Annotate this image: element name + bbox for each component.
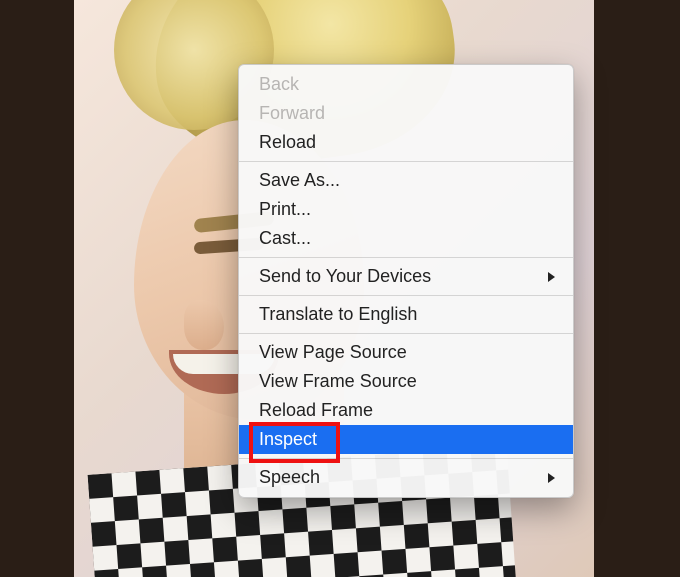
menu-item-print[interactable]: Print... <box>239 195 573 224</box>
context-menu[interactable]: Back Forward Reload Save As... Print... Cast.… <box>238 64 574 498</box>
menu-item-reload[interactable]: Reload <box>239 128 573 157</box>
menu-item-label: Reload Frame <box>259 400 373 421</box>
menu-item-label: Print... <box>259 199 311 220</box>
menu-separator <box>239 161 573 162</box>
menu-item-label: Translate to English <box>259 304 417 325</box>
menu-item-speech[interactable]: Speech <box>239 463 573 492</box>
menu-separator <box>239 333 573 334</box>
menu-item-label: Save As... <box>259 170 340 191</box>
submenu-arrow-icon <box>547 472 557 484</box>
menu-item-reload-frame[interactable]: Reload Frame <box>239 396 573 425</box>
menu-item-label: Back <box>259 74 299 95</box>
menu-item-label: Cast... <box>259 228 311 249</box>
menu-item-label: Send to Your Devices <box>259 266 431 287</box>
menu-separator <box>239 257 573 258</box>
menu-item-save-as[interactable]: Save As... <box>239 166 573 195</box>
menu-separator <box>239 458 573 459</box>
menu-item-send-to-devices[interactable]: Send to Your Devices <box>239 262 573 291</box>
menu-item-label: Reload <box>259 132 316 153</box>
menu-item-view-page-source[interactable]: View Page Source <box>239 338 573 367</box>
menu-item-view-frame-source[interactable]: View Frame Source <box>239 367 573 396</box>
menu-item-forward: Forward <box>239 99 573 128</box>
menu-item-label: View Frame Source <box>259 371 417 392</box>
menu-item-label: Forward <box>259 103 325 124</box>
submenu-arrow-icon <box>547 271 557 283</box>
menu-separator <box>239 295 573 296</box>
menu-item-inspect[interactable]: Inspect <box>239 425 573 454</box>
menu-item-label: Inspect <box>259 429 317 450</box>
menu-item-label: Speech <box>259 467 320 488</box>
menu-item-cast[interactable]: Cast... <box>239 224 573 253</box>
screenshot-stage: Back Forward Reload Save As... Print... Cast.… <box>0 0 680 577</box>
photo-nose <box>184 300 224 350</box>
menu-item-back: Back <box>239 70 573 99</box>
menu-item-label: View Page Source <box>259 342 407 363</box>
menu-item-translate[interactable]: Translate to English <box>239 300 573 329</box>
